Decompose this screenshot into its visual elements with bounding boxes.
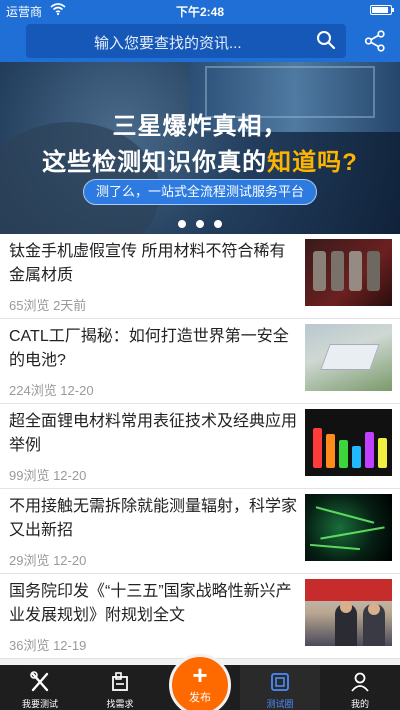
news-meta: 99浏览 12-20 — [9, 468, 87, 483]
news-title: 超全面锂电材料常用表征技术及经典应用举例 — [9, 413, 298, 454]
news-meta: 36浏览 12-19 — [9, 638, 87, 653]
tab-demand[interactable]: 找需求 — [80, 665, 160, 710]
search-input[interactable]: 输入您要查找的资讯... — [26, 24, 346, 58]
carousel-dot[interactable] — [214, 220, 222, 228]
tools-icon — [30, 671, 50, 698]
carousel-indicator[interactable] — [0, 215, 400, 233]
news-title: 国务院印发《“十三五”国家战略性新兴产业发展规划》附规划全文 — [9, 583, 292, 624]
battery-icon — [370, 5, 394, 15]
search-placeholder: 输入您要查找的资讯... — [94, 35, 242, 52]
tab-mine[interactable]: 我的 — [320, 665, 400, 710]
status-bar: 运营商 下午2:48 — [0, 0, 400, 20]
banner-headline-1: 三星爆炸真相， — [112, 113, 288, 140]
news-thumbnail — [305, 409, 392, 476]
news-item[interactable]: 不用接触无需拆除就能测量辐射，科学家又出新招 29浏览 12-20 — [0, 489, 400, 574]
search-header: 输入您要查找的资讯... — [0, 20, 400, 62]
news-item[interactable]: 国务院印发《“十三五”国家战略性新兴产业发展规划》附规划全文 36浏览 12-1… — [0, 574, 400, 659]
news-item[interactable]: 钛金手机虚假宣传 所用材料不符合稀有金属材质 65浏览 2天前 — [0, 234, 400, 319]
carousel-dot[interactable] — [196, 220, 204, 228]
news-title: 不用接触无需拆除就能测量辐射，科学家又出新招 — [9, 498, 298, 539]
news-thumbnail — [305, 494, 392, 561]
news-thumbnail — [305, 239, 392, 306]
publish-button[interactable]: + 发布 — [169, 654, 231, 710]
plus-icon: + — [192, 660, 208, 690]
user-icon — [350, 671, 370, 698]
tab-circle[interactable]: 测试圈 — [240, 665, 320, 710]
search-icon[interactable] — [316, 30, 336, 55]
tab-label: 测试圈 — [266, 699, 294, 709]
news-item[interactable]: CATL工厂揭秘：如何打造世界第一安全的电池? 224浏览 12-20 — [0, 319, 400, 404]
news-thumbnail — [305, 579, 392, 646]
news-thumbnail — [305, 324, 392, 391]
demand-icon — [110, 671, 130, 698]
news-meta: 65浏览 2天前 — [9, 298, 87, 313]
share-icon[interactable] — [364, 30, 386, 57]
banner-carousel[interactable]: 三星爆炸真相， 这些检测知识你真的知道吗? 测了么，一站式全流程测试服务平台 — [0, 62, 400, 234]
clock: 下午2:48 — [175, 5, 225, 19]
banner-headline-2-highlight: 知道吗? — [267, 149, 358, 176]
circle-icon — [270, 671, 290, 698]
news-meta: 224浏览 12-20 — [9, 383, 94, 398]
publish-label: 发布 — [189, 692, 211, 704]
news-item[interactable]: 超全面锂电材料常用表征技术及经典应用举例 99浏览 12-20 — [0, 404, 400, 489]
tab-test[interactable]: 我要测试 — [0, 665, 80, 710]
news-list: 钛金手机虚假宣传 所用材料不符合稀有金属材质 65浏览 2天前 CATL工厂揭秘… — [0, 234, 400, 659]
news-title: CATL工厂揭秘：如何打造世界第一安全的电池? — [9, 328, 289, 369]
tab-label: 找需求 — [106, 699, 134, 709]
carousel-dot[interactable] — [178, 220, 186, 228]
banner-tagline: 测了么，一站式全流程测试服务平台 — [83, 179, 317, 205]
banner-headline-2: 这些检测知识你真的知道吗? — [0, 142, 400, 177]
news-meta: 29浏览 12-20 — [9, 553, 87, 568]
tab-label: 我的 — [350, 699, 369, 709]
news-title: 钛金手机虚假宣传 所用材料不符合稀有金属材质 — [9, 243, 286, 284]
banner-headline-2-prefix: 这些检测知识你真的 — [42, 149, 268, 176]
tab-label: 我要测试 — [21, 699, 58, 709]
